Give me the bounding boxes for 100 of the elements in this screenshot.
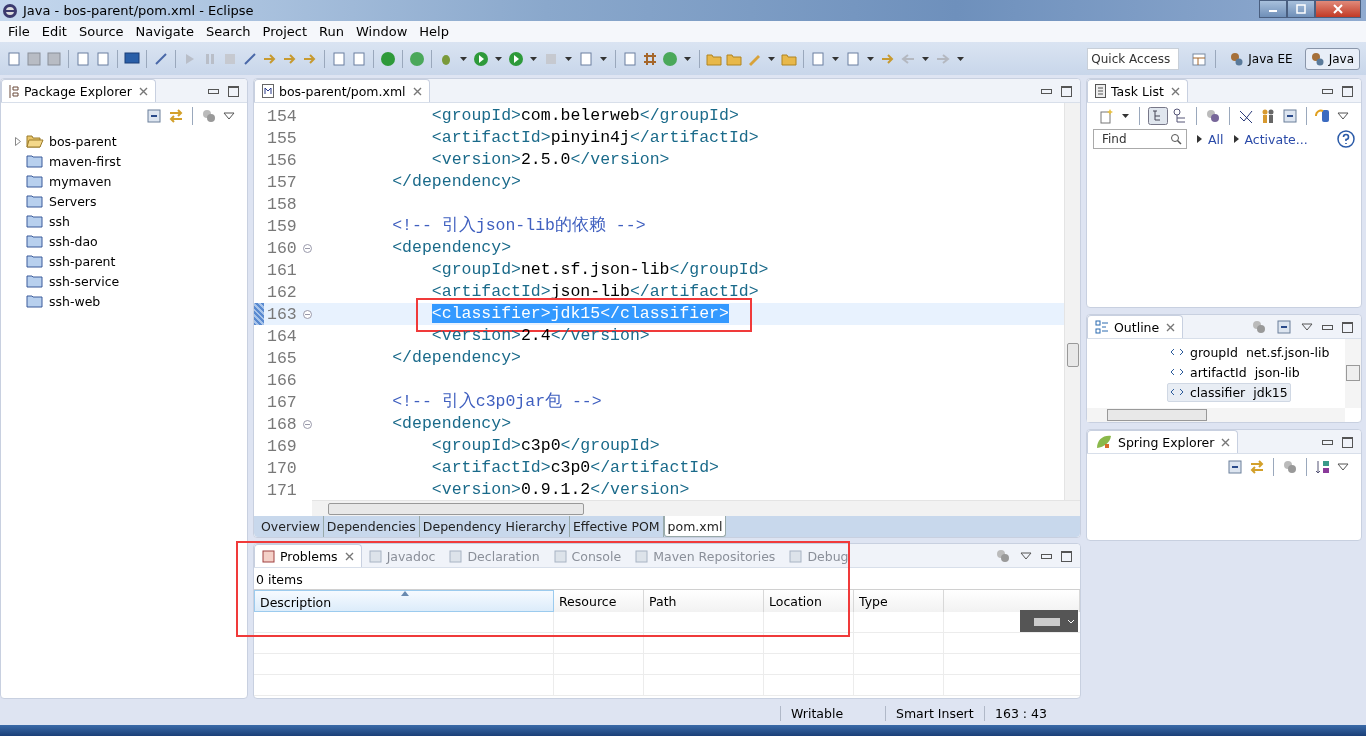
expand-arrow-icon[interactable] bbox=[1197, 135, 1202, 143]
new-file-icon[interactable] bbox=[6, 50, 22, 67]
horizontal-scrollbar[interactable] bbox=[1087, 408, 1345, 422]
horizontal-scrollbar[interactable] bbox=[312, 500, 1080, 516]
caret-icon[interactable] bbox=[867, 56, 874, 61]
find-field[interactable]: Find bbox=[1093, 129, 1187, 149]
tree-item[interactable]: ssh-web bbox=[49, 293, 101, 309]
view-menu-icon[interactable] bbox=[1337, 112, 1349, 120]
caret-icon[interactable] bbox=[495, 56, 502, 61]
menu-item[interactable]: Search bbox=[199, 24, 257, 39]
people-icon[interactable] bbox=[1260, 108, 1276, 124]
editor-page-tab[interactable]: Dependency Hierarchy bbox=[419, 516, 570, 537]
vertical-scrollbar[interactable] bbox=[1345, 339, 1361, 408]
menu-item[interactable]: Window bbox=[350, 24, 414, 39]
link[interactable]: Activate... bbox=[1244, 131, 1308, 147]
open-perspective-icon[interactable] bbox=[1191, 50, 1208, 67]
column-header[interactable]: Description bbox=[254, 590, 554, 612]
caret-icon[interactable] bbox=[565, 56, 572, 61]
maximize-icon[interactable] bbox=[1342, 321, 1353, 333]
sort-icon[interactable] bbox=[1315, 459, 1331, 475]
column-header[interactable]: Resource bbox=[554, 590, 644, 612]
column-header[interactable]: Location bbox=[764, 590, 854, 612]
monitor-icon[interactable] bbox=[124, 50, 140, 67]
close-button[interactable] bbox=[1315, 0, 1361, 18]
document-icon[interactable] bbox=[622, 50, 638, 67]
view-menu-icon[interactable] bbox=[1337, 463, 1349, 471]
view-tab[interactable]: Outline bbox=[1087, 315, 1184, 338]
document-icon[interactable] bbox=[95, 50, 111, 67]
run-icon[interactable] bbox=[473, 50, 489, 67]
link[interactable]: All bbox=[1208, 131, 1224, 147]
fold-icon[interactable] bbox=[303, 243, 312, 253]
close-icon[interactable] bbox=[1221, 437, 1231, 447]
document-icon[interactable] bbox=[578, 50, 594, 67]
grid-icon[interactable] bbox=[642, 50, 658, 67]
maximize-icon[interactable] bbox=[1342, 436, 1353, 448]
caret-icon[interactable] bbox=[1122, 114, 1129, 118]
tree-item[interactable]: ssh-service bbox=[49, 273, 120, 289]
hide-completed-icon[interactable] bbox=[1238, 108, 1254, 124]
tree-item[interactable]: mymaven bbox=[49, 173, 112, 189]
minimize-icon[interactable] bbox=[1041, 88, 1052, 94]
column-header[interactable]: Path bbox=[644, 590, 764, 612]
caret-icon[interactable] bbox=[922, 56, 929, 61]
link-arrows-icon[interactable] bbox=[1249, 459, 1265, 475]
document-icon[interactable] bbox=[75, 50, 91, 67]
fold-icon[interactable] bbox=[303, 419, 312, 429]
minimize-button[interactable] bbox=[1259, 0, 1287, 18]
minimize-icon[interactable] bbox=[1322, 88, 1333, 94]
collapse-all-icon[interactable] bbox=[146, 108, 162, 124]
minimize-icon[interactable] bbox=[1322, 324, 1333, 330]
tree-item[interactable]: ssh-dao bbox=[49, 233, 98, 249]
editor-page-tab[interactable]: pom.xml bbox=[663, 516, 727, 537]
close-icon[interactable] bbox=[1166, 322, 1176, 332]
menu-item[interactable]: Help bbox=[413, 24, 455, 39]
caret-icon[interactable] bbox=[684, 56, 691, 61]
maximize-icon[interactable] bbox=[1342, 85, 1353, 97]
view-menu-icon[interactable] bbox=[1301, 323, 1313, 331]
maximize-icon[interactable] bbox=[228, 85, 239, 97]
maximize-icon[interactable] bbox=[1061, 550, 1072, 562]
editor-tab[interactable]: bos-parent/pom.xml bbox=[254, 79, 430, 102]
column-header[interactable]: Type bbox=[854, 590, 944, 612]
filter-icon[interactable] bbox=[1251, 319, 1267, 335]
view-tab[interactable]: Package Explorer bbox=[1, 79, 156, 102]
collapse-all-icon[interactable] bbox=[1282, 108, 1298, 124]
document-icon[interactable] bbox=[331, 50, 347, 67]
filter-icon[interactable] bbox=[1282, 459, 1298, 475]
close-icon[interactable] bbox=[1170, 86, 1180, 96]
menu-item[interactable]: Source bbox=[72, 24, 130, 39]
collapse-all-icon[interactable] bbox=[1227, 459, 1243, 475]
view-tab[interactable]: Spring Explorer bbox=[1087, 430, 1239, 453]
menu-item[interactable]: Edit bbox=[35, 24, 73, 39]
categorized-list-icon[interactable] bbox=[1148, 107, 1168, 125]
minimize-icon[interactable] bbox=[1041, 553, 1052, 559]
menu-item[interactable]: Project bbox=[256, 24, 314, 39]
close-icon[interactable] bbox=[344, 551, 354, 561]
document-icon[interactable] bbox=[845, 50, 861, 67]
vertical-scrollbar[interactable] bbox=[1064, 103, 1080, 500]
view-menu-icon[interactable] bbox=[223, 112, 235, 120]
outline-item[interactable]: classifier jdk15 bbox=[1167, 382, 1291, 402]
tree-item[interactable]: Servers bbox=[49, 193, 97, 209]
filter-icon[interactable] bbox=[201, 108, 217, 124]
expand-arrow-icon[interactable] bbox=[1233, 135, 1239, 143]
caret-icon[interactable] bbox=[768, 56, 775, 61]
close-icon[interactable] bbox=[138, 86, 148, 96]
run-icon[interactable] bbox=[508, 50, 524, 67]
editor-page-tab[interactable]: Dependencies bbox=[323, 516, 420, 537]
sync-icon[interactable] bbox=[1315, 108, 1331, 124]
filter-icon[interactable] bbox=[1205, 108, 1221, 124]
maximize-icon[interactable] bbox=[1061, 85, 1072, 97]
caret-icon[interactable] bbox=[957, 56, 964, 61]
link-arrows-icon[interactable] bbox=[168, 108, 184, 124]
perspective-button[interactable]: Java bbox=[1304, 47, 1360, 70]
minimize-icon[interactable] bbox=[1322, 439, 1333, 445]
tree-item[interactable]: ssh bbox=[49, 213, 70, 229]
caret-icon[interactable] bbox=[530, 56, 537, 61]
editor-page-tab[interactable]: Effective POM bbox=[569, 516, 664, 537]
perspective-button[interactable]: Java EE bbox=[1224, 47, 1299, 70]
caret-icon[interactable] bbox=[600, 56, 607, 61]
close-icon[interactable] bbox=[412, 86, 422, 96]
tree-item[interactable]: ssh-parent bbox=[49, 253, 116, 269]
outline-item[interactable]: artifactId json-lib bbox=[1167, 362, 1303, 382]
